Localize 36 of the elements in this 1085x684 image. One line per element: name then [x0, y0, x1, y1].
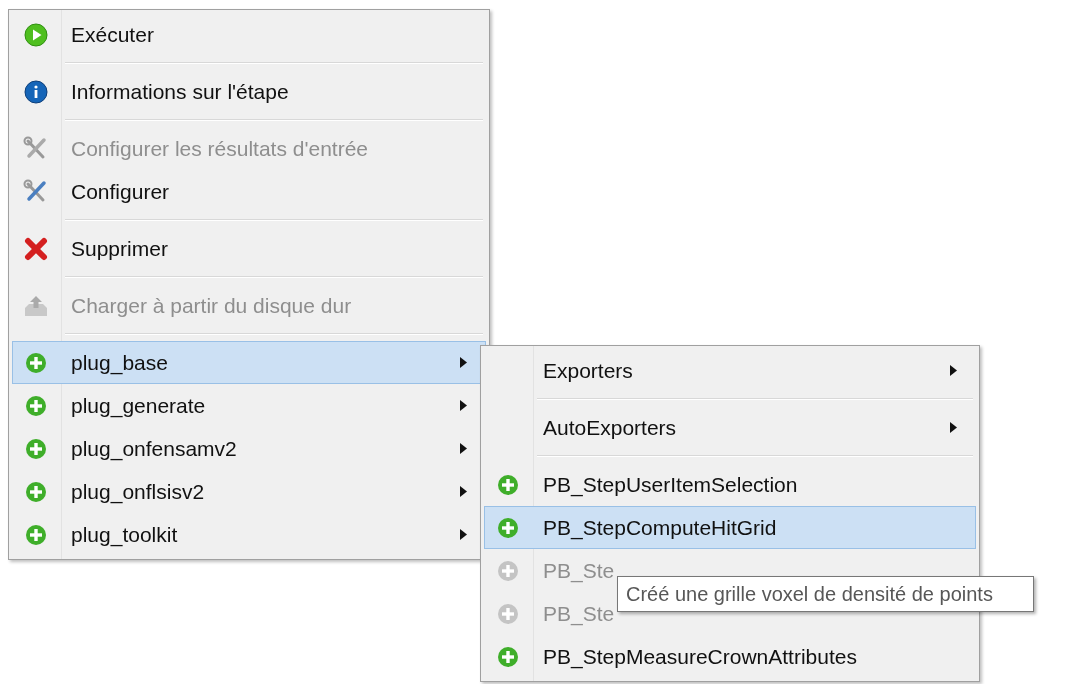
- plus-icon: [497, 645, 519, 668]
- plus-icon: [25, 523, 47, 546]
- menu-item[interactable]: Exécuter: [12, 13, 486, 56]
- plus-icon: [497, 602, 519, 625]
- plus-icon: [25, 351, 47, 374]
- tooltip: Créé une grille voxel de densité de points: [617, 576, 1034, 612]
- menu-item[interactable]: plug_toolkit: [12, 513, 486, 556]
- menu-item[interactable]: Supprimer: [12, 227, 486, 270]
- menu-item[interactable]: PB_StepMeasureCrownAttributes: [484, 635, 976, 678]
- menu-item[interactable]: plug_generate: [12, 384, 486, 427]
- submenu-arrow-icon: [950, 365, 957, 376]
- plus-icon: [497, 516, 519, 539]
- menu-item[interactable]: Configurer: [12, 170, 486, 213]
- menu-item[interactable]: plug_onflsisv2: [12, 470, 486, 513]
- menu-item[interactable]: Exporters: [484, 349, 976, 392]
- submenu-arrow-icon: [460, 357, 467, 368]
- submenu-arrow-icon: [460, 486, 467, 497]
- submenu-arrow-icon: [460, 529, 467, 540]
- play-icon: [24, 22, 48, 47]
- submenu-arrow-icon: [460, 400, 467, 411]
- plus-icon: [25, 437, 47, 460]
- submenu-arrow-icon: [460, 443, 467, 454]
- plus-icon: [25, 394, 47, 417]
- delete-icon: [23, 235, 49, 262]
- plus-icon: [497, 559, 519, 582]
- menu-item[interactable]: Informations sur l'étape: [12, 70, 486, 113]
- plus-icon: [497, 473, 519, 496]
- menu-item[interactable]: AutoExporters: [484, 406, 976, 449]
- menu-item[interactable]: plug_base: [12, 341, 486, 384]
- plus-icon: [25, 480, 47, 503]
- submenu-arrow-icon: [950, 422, 957, 433]
- info-icon: [24, 79, 48, 104]
- menu-item[interactable]: plug_onfensamv2: [12, 427, 486, 470]
- menu-item[interactable]: PB_StepComputeHitGrid: [484, 506, 976, 549]
- upload-icon: [23, 293, 49, 318]
- menu-item[interactable]: PB_StepUserItemSelection: [484, 463, 976, 506]
